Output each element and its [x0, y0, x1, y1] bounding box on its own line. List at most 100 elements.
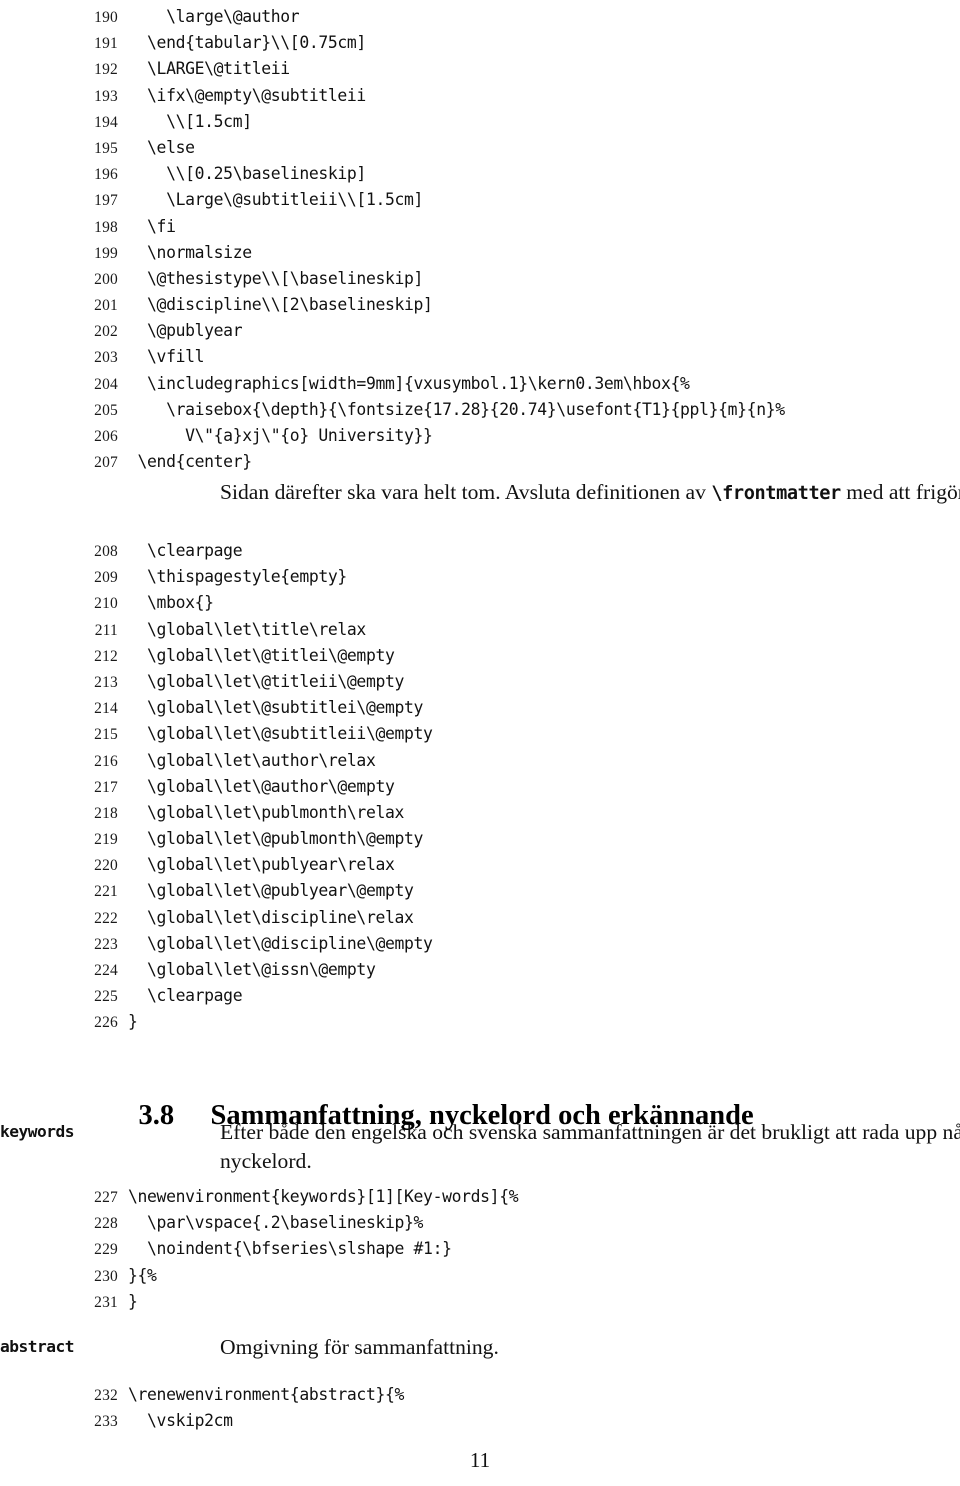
code-text: \end{tabular}\\[0.75cm] [128, 33, 366, 53]
code-line: 200 \@thesistype\\[\baselineskip] [0, 266, 785, 292]
line-number: 218 [94, 804, 118, 822]
code-line: 195 \else [0, 135, 785, 161]
code-text: \large\@author [128, 7, 300, 26]
code-text: \\[0.25\baselineskip] [128, 164, 366, 184]
code-line: 227 \newenvironment{keywords}[1][Key-wor… [0, 1184, 518, 1210]
line-number: 204 [94, 375, 118, 393]
code-line: 233 \vskip2cm [0, 1408, 404, 1434]
code-text: \fi [128, 216, 176, 236]
code-line: 192 \LARGE\@titleii [0, 56, 785, 82]
line-number: 198 [94, 218, 118, 236]
code-text: \global\let\@publyear\@empty [128, 881, 414, 901]
line-number: 230 [94, 1267, 118, 1285]
code-text: \global\let\publyear\relax [128, 855, 395, 875]
code-text: \global\let\publmonth\relax [128, 802, 405, 822]
paragraph-abstract: Omgivning för sammanfattning. [220, 1333, 960, 1362]
code-line: 194 \\[1.5cm] [0, 109, 785, 135]
code-text: } [128, 1012, 138, 1032]
line-number: 229 [94, 1241, 118, 1259]
margin-label-keywords: keywords [0, 1122, 102, 1141]
code-line: 208 \clearpage [0, 538, 433, 564]
page-number-text: 11 [469, 1448, 491, 1472]
code-line: 229 \noindent{\bfseries\slshape #1:} [0, 1236, 518, 1262]
code-text: \mbox{} [128, 593, 214, 613]
code-line: 206 V\"{a}xj\"{o} University}} [0, 423, 785, 449]
line-number: 208 [94, 543, 118, 560]
line-number: 192 [94, 61, 118, 79]
code-line: 209 \thispagestyle{empty} [0, 564, 433, 590]
line-number: 223 [94, 935, 118, 953]
code-text: } [128, 1291, 138, 1311]
code-line: 228 \par\vspace{.2\baselineskip}% [0, 1210, 518, 1236]
code-text: \global\let\@author\@empty [128, 776, 395, 796]
code-text: \global\let\@issn\@empty [128, 960, 376, 979]
code-text: \global\let\@titlei\@empty [128, 645, 395, 665]
code-line: 203 \vfill [0, 344, 785, 370]
code-line: 218 \global\let\publmonth\relax [0, 800, 433, 826]
line-number: 224 [94, 962, 118, 979]
code-text: \global\let\author\relax [128, 750, 376, 770]
paragraph-keywords: Efter både den engelska och svenska samm… [220, 1118, 960, 1176]
code-text: \LARGE\@titleii [128, 59, 290, 79]
code-text: \raisebox{\depth}{\fontsize{17.28}{20.74… [128, 399, 785, 419]
paragraph-text: Efter både den engelska och svenska samm… [220, 1120, 960, 1173]
line-number: 191 [94, 35, 118, 53]
code-text: \end{center} [128, 452, 253, 472]
code-text: \vfill [128, 347, 205, 367]
code-listing-frontmatter-cleanup: 208 \clearpage 209 \thispagestyle{empty}… [0, 538, 433, 1036]
code-text: \global\let\@subtitleii\@empty [128, 724, 433, 744]
line-number: 193 [94, 87, 118, 105]
line-number: 226 [94, 1014, 118, 1032]
document-page: 190 \large\@author 191 \end{tabular}\\[0… [0, 0, 960, 1486]
code-text: \@thesistype\\[\baselineskip] [128, 268, 424, 288]
code-line: 212 \global\let\@titlei\@empty [0, 643, 433, 669]
margin-label-text: abstract [0, 1337, 74, 1356]
line-number: 200 [94, 270, 118, 288]
margin-label-text: keywords [0, 1122, 74, 1141]
code-text: \newenvironment{keywords}[1][Key-words]{… [128, 1187, 519, 1206]
line-number: 197 [94, 192, 118, 210]
line-number: 225 [94, 988, 118, 1006]
code-text: \par\vspace{.2\baselineskip}% [128, 1213, 424, 1233]
code-text: \\[1.5cm] [128, 111, 252, 131]
line-number: 205 [94, 401, 118, 419]
line-number: 228 [94, 1215, 118, 1233]
line-number: 215 [94, 726, 118, 744]
code-listing-abstract-env: 232 \renewenvironment{abstract}{% 233 \v… [0, 1382, 404, 1434]
line-number: 232 [94, 1387, 118, 1404]
code-text: \noindent{\bfseries\slshape #1:} [128, 1239, 452, 1259]
code-text: \global\let\title\relax [128, 619, 366, 639]
line-number: 206 [94, 428, 118, 445]
line-number: 194 [94, 113, 118, 131]
margin-label-abstract: abstract [0, 1337, 102, 1356]
line-number: 202 [94, 323, 118, 341]
line-number: 209 [94, 569, 118, 587]
code-text: \global\let\@publmonth\@empty [128, 829, 424, 849]
code-text: V\"{a}xj\"{o} University}} [128, 426, 433, 445]
line-number: 212 [94, 647, 118, 665]
code-line: 222 \global\let\discipline\relax [0, 905, 433, 931]
code-line: 217 \global\let\@author\@empty [0, 774, 433, 800]
code-text: \global\let\@discipline\@empty [128, 933, 433, 953]
line-number: 220 [94, 857, 118, 875]
code-line: 231 } [0, 1289, 518, 1315]
code-listing-frontmatter-title: 190 \large\@author 191 \end{tabular}\\[0… [0, 4, 785, 475]
line-number: 221 [94, 883, 118, 901]
code-text: \else [128, 137, 195, 157]
code-text: \ifx\@empty\@subtitleii [128, 85, 366, 105]
line-number: 219 [94, 831, 118, 849]
code-line: 216 \global\let\author\relax [0, 748, 433, 774]
line-number: 201 [94, 297, 118, 315]
code-line: 221 \global\let\@publyear\@empty [0, 878, 433, 904]
code-line: 201 \@discipline\\[2\baselineskip] [0, 292, 785, 318]
code-text: \thispagestyle{empty} [128, 567, 347, 587]
code-line: 198 \fi [0, 214, 785, 240]
line-number: 227 [94, 1189, 118, 1206]
paragraph-frontmatter-note: Sidan därefter ska vara helt tom. Avslut… [220, 478, 960, 508]
line-number: 199 [94, 244, 118, 262]
code-line: 202 \@publyear [0, 318, 785, 344]
code-line: 220 \global\let\publyear\relax [0, 852, 433, 878]
code-line: 214 \global\let\@subtitlei\@empty [0, 695, 433, 721]
line-number: 233 [94, 1413, 118, 1431]
line-number: 217 [94, 778, 118, 796]
